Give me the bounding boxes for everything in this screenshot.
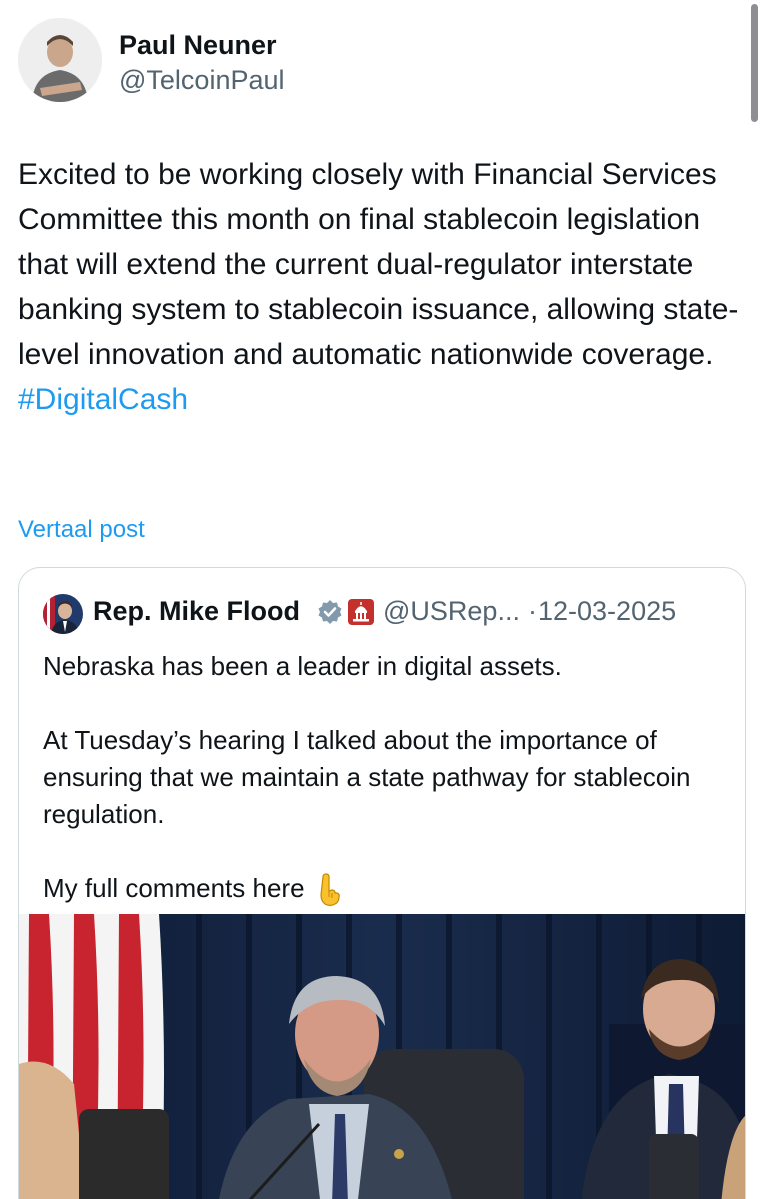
quoted-tweet-text: Nebraska has been a leader in digital as… [43,648,733,907]
backhand-index-pointing-down-icon [313,873,343,907]
government-capitol-icon [347,598,375,626]
quoted-tweet-header: Rep. Mike Flood @USRep... · 12-03-2025 [43,594,733,634]
quote-paragraph: My full comments here [43,870,733,907]
verified-badge-icon [316,598,344,626]
quoted-author-avatar[interactable] [43,594,83,634]
author-avatar[interactable] [18,18,102,102]
quote-paragraph-text: My full comments here [43,873,305,903]
quote-paragraph: Nebraska has been a leader in digital as… [43,651,562,681]
quoted-tweet-date[interactable]: 12-03-2025 [538,596,676,627]
quoted-author-name[interactable]: Rep. Mike Flood [93,596,300,627]
quote-paragraph: At Tuesday’s hearing I talked about the … [43,725,691,829]
video-thumbnail[interactable] [19,914,745,1199]
scrollbar[interactable] [751,4,758,122]
tweet-body: Excited to be working closely with Finan… [18,158,739,371]
tweet-header: Paul Neuner @TelcoinPaul [18,18,718,108]
author-name[interactable]: Paul Neuner [119,30,277,61]
quoted-author-handle[interactable]: @USRep... [383,596,520,627]
tweet-text: Excited to be working closely with Finan… [18,152,748,422]
header-separator: · [528,596,537,626]
hashtag-link[interactable]: #DigitalCash [18,377,748,422]
quoted-tweet-card[interactable]: Rep. Mike Flood @USRep... · 12-03-2025 N… [18,567,746,1199]
translate-post-link[interactable]: Vertaal post [18,516,145,544]
author-handle[interactable]: @TelcoinPaul [119,65,285,96]
